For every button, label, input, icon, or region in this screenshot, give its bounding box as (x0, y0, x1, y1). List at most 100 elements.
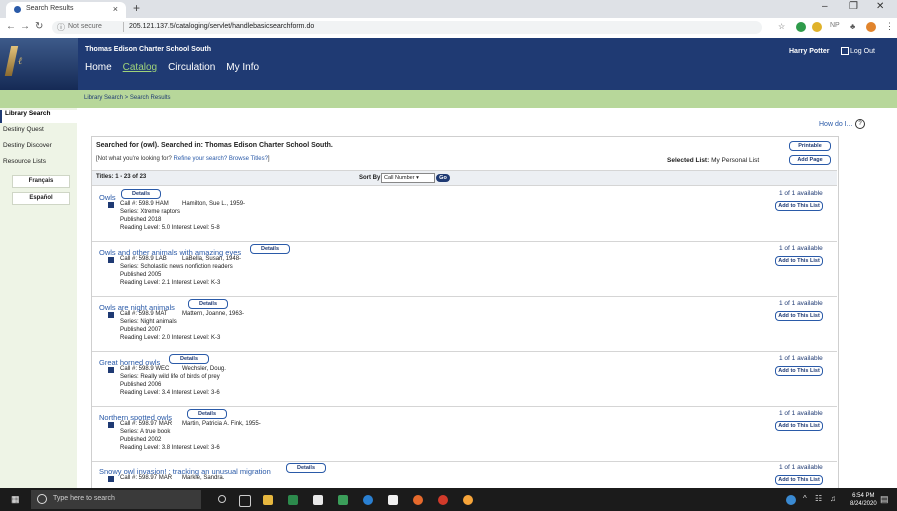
main-nav: Home Catalog Circulation My Info (85, 62, 268, 73)
add-to-list-button[interactable]: Add to This List (775, 311, 823, 321)
sidebar: Library Search Destiny Quest Destiny Dis… (0, 108, 77, 488)
nav-catalog[interactable]: Catalog (123, 62, 157, 73)
logout-icon[interactable] (841, 47, 849, 55)
store-icon[interactable] (388, 495, 398, 505)
selected-list: Selected List: My Personal List (667, 157, 759, 164)
nav-home[interactable]: Home (85, 62, 112, 73)
nav-circulation[interactable]: Circulation (168, 62, 215, 73)
reading-level: Reading Level: 2.1 Interest Level: K-3 (120, 280, 221, 286)
minecraft-icon[interactable] (338, 495, 348, 505)
language-spanish-button[interactable]: Español (12, 192, 70, 205)
add-to-list-button[interactable]: Add to This List (775, 366, 823, 376)
result-row: Great horned owls Details Call #: 598.9 … (92, 352, 837, 407)
profile-avatar-icon[interactable] (866, 22, 876, 32)
add-page-button[interactable]: Add Page (789, 155, 831, 165)
details-button[interactable]: Details (187, 409, 227, 419)
taskbar-clock[interactable]: 6:54 PM 8/24/2020 (850, 492, 877, 508)
author: Mattern, Joanne, 1963- (182, 311, 245, 317)
how-do-i-link[interactable]: How do I... (819, 121, 852, 128)
new-tab-icon[interactable]: + (133, 1, 140, 15)
windows-start-icon[interactable]: ▦ (11, 494, 21, 504)
window-close-icon[interactable]: ✕ (876, 1, 884, 12)
series: Series: A true book (120, 429, 171, 435)
maximize-icon[interactable]: ❐ (849, 1, 858, 12)
volume-icon[interactable]: ♫ (830, 494, 836, 503)
chevron-down-icon: ▾ (416, 175, 419, 181)
details-button[interactable]: Details (169, 354, 209, 364)
address-separator (123, 22, 124, 32)
sidebar-item-destiny-quest[interactable]: Destiny Quest (0, 126, 77, 139)
address-bar-row: ← → ↻ ⓘ Not secure 205.121.137.5/catalog… (0, 18, 897, 39)
book-icon (108, 202, 114, 208)
network-icon[interactable]: ☷ (815, 494, 822, 503)
browser-tab[interactable]: Search Results × (6, 2, 126, 18)
refine-search-link[interactable]: Refine your search? Browse Titles? (174, 156, 268, 162)
firefox-icon[interactable] (413, 495, 423, 505)
book-icon (108, 422, 114, 428)
chrome-active-icon[interactable] (463, 495, 473, 505)
sort-select[interactable]: Call Number ▾ (381, 173, 435, 183)
result-title-link[interactable]: Owls (99, 193, 116, 202)
breadcrumb[interactable]: Library Search > Search Results (84, 95, 171, 101)
notifications-icon[interactable]: ▤ (880, 494, 889, 505)
sidebar-item-resource-lists[interactable]: Resource Lists (0, 158, 77, 171)
add-to-list-button[interactable]: Add to This List (775, 475, 823, 485)
bookmark-star-icon[interactable]: ☆ (778, 22, 785, 31)
add-to-list-button[interactable]: Add to This List (775, 256, 823, 266)
not-what-prefix: [Not what you're looking for? (96, 156, 174, 162)
series: Series: Really wild life of birds of pre… (120, 374, 220, 380)
extension-icon[interactable] (812, 22, 822, 32)
printable-button[interactable]: Printable (789, 141, 831, 151)
add-to-list-button[interactable]: Add to This List (775, 201, 823, 211)
edge-icon[interactable] (363, 495, 373, 505)
reload-icon[interactable]: ↻ (35, 21, 43, 32)
logout-link[interactable]: Log Out (850, 48, 875, 55)
mic-icon[interactable] (218, 495, 226, 503)
details-button[interactable]: Details (250, 244, 290, 254)
selected-list-value[interactable]: My Personal List (711, 157, 759, 164)
language-french-button[interactable]: Français (12, 175, 70, 188)
forward-icon[interactable]: → (20, 21, 30, 32)
published: Published 2006 (120, 382, 162, 388)
breadcrumb-bar: Library Search > Search Results (0, 90, 897, 108)
author: Wechsler, Doug. (182, 366, 226, 372)
taskbar-search[interactable]: Type here to search (31, 490, 201, 509)
extension-np-label[interactable]: NP (830, 22, 840, 29)
help-icon[interactable]: ? (855, 119, 865, 129)
sidebar-item-destiny-discover[interactable]: Destiny Discover (0, 142, 77, 155)
nav-my-info[interactable]: My Info (226, 62, 259, 73)
tab-close-icon[interactable]: × (113, 4, 118, 14)
sidebar-item-library-search[interactable]: Library Search (0, 110, 77, 123)
not-what-text: [Not what you're looking for? Refine you… (96, 156, 270, 162)
call-number: Call #: 598.9 WEC (120, 366, 170, 372)
url-text[interactable]: 205.121.137.5/cataloging/servlet/handleb… (129, 23, 314, 30)
amazon-icon[interactable] (313, 495, 323, 505)
file-explorer-icon[interactable] (263, 495, 273, 505)
extension-icon[interactable] (796, 22, 806, 32)
reading-level: Reading Level: 3.4 Interest Level: 3-6 (120, 390, 220, 396)
book-icon (108, 367, 114, 373)
tray-chevron-icon[interactable]: ^ (803, 494, 807, 503)
extensions-puzzle-icon[interactable]: ♣ (850, 22, 855, 31)
result-row: Owls and other animals with amazing eyes… (92, 242, 837, 297)
info-icon[interactable]: ⓘ (57, 22, 65, 33)
result-row: Snowy owl invasion! : tracking an unusua… (92, 461, 837, 488)
author: Markle, Sandra. (182, 475, 225, 481)
chrome-icon[interactable] (438, 495, 448, 505)
go-button[interactable]: Go (436, 174, 450, 182)
series: Series: Xtreme raptors (120, 209, 181, 215)
details-button[interactable]: Details (121, 189, 161, 199)
details-button[interactable]: Details (286, 463, 326, 473)
address-bar[interactable]: ⓘ Not secure 205.121.137.5/cataloging/se… (52, 21, 762, 34)
minimize-icon[interactable]: – (822, 1, 828, 12)
reading-level: Reading Level: 5.0 Interest Level: 5-8 (120, 225, 220, 231)
add-to-list-button[interactable]: Add to This List (775, 421, 823, 431)
tray-app-icon[interactable] (786, 495, 796, 505)
excel-icon[interactable] (288, 495, 298, 505)
author: Hamilton, Sue L., 1959- (182, 201, 246, 207)
availability: 1 of 1 available (779, 355, 823, 362)
task-view-icon[interactable] (239, 495, 251, 507)
details-button[interactable]: Details (188, 299, 228, 309)
menu-kebab-icon[interactable]: ⋮ (885, 21, 894, 32)
back-icon[interactable]: ← (6, 21, 16, 32)
